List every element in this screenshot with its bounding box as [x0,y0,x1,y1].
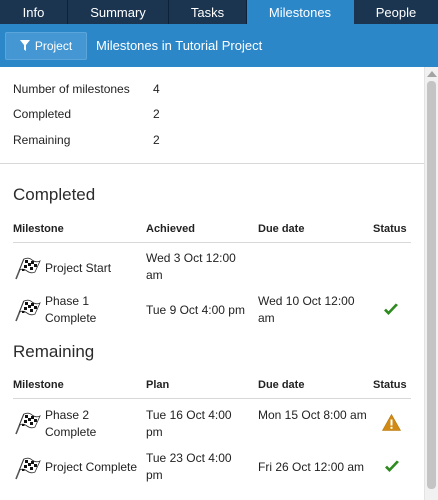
milestone-row-phase-1-complete[interactable]: Phase 1 Complete Tue 9 Oct 4:00 pm Wed 1… [13,293,411,331]
milestone-name: Project Complete [45,460,138,474]
vertical-scrollbar[interactable] [424,67,438,500]
column-header-milestone: Milestone [13,379,64,391]
checkered-flag-icon [15,412,41,435]
tab-tasks[interactable]: Tasks [169,0,247,24]
milestone-row-phase-2-complete[interactable]: Phase 2 Complete Tue 16 Oct 4:00 pm Mon … [13,406,411,444]
stat-value: 2 [153,107,160,121]
milestone-row-project-start[interactable]: Project Start Wed 3 Oct 12:00 am [13,250,411,288]
column-header-due-date: Due date [258,223,305,235]
scrollbar-thumb[interactable] [427,81,436,489]
completed-table-header: Milestone Achieved Due date Status [13,219,411,243]
stat-number-of-milestones: Number of milestones 4 [13,82,160,96]
check-icon [384,303,398,315]
stat-label: Number of milestones [13,82,130,96]
project-filter-button[interactable]: Project [5,31,87,60]
stat-value: 4 [153,82,160,96]
plan-date: Tue 16 Oct 4:00 pm [146,408,232,439]
achieved-date: Wed 3 Oct 12:00 am [146,251,236,282]
due-date: Fri 26 Oct 12:00 am [258,460,365,474]
tab-summary[interactable]: Summary [68,0,169,24]
milestone-name: Phase 2 Complete [45,408,97,439]
column-header-achieved: Achieved [146,223,195,235]
milestone-name: Phase 1 Complete [45,294,97,325]
remaining-table-header: Milestone Plan Due date Status [13,375,411,399]
stat-value: 2 [153,133,160,147]
column-header-plan: Plan [146,379,170,391]
due-date: Mon 15 Oct 8:00 am [258,408,367,422]
milestone-stats: Number of milestones 4 Completed 2 Remai… [0,67,424,164]
toolbar: Project Milestones in Tutorial Project [0,24,438,67]
column-header-due-date: Due date [258,379,305,391]
check-icon [385,460,399,472]
achieved-date: Tue 9 Oct 4:00 pm [146,303,245,317]
completed-section-title: Completed [13,185,96,204]
scroll-up-arrow-icon[interactable] [427,71,437,77]
stat-label: Remaining [13,133,71,147]
tab-info[interactable]: Info [0,0,68,24]
column-header-status: Status [373,379,407,391]
milestones-panel: Number of milestones 4 Completed 2 Remai… [0,67,424,500]
checkered-flag-icon [15,299,41,322]
plan-date: Tue 23 Oct 4:00 pm [146,451,232,482]
tab-bar: Info Summary Tasks Milestones People [0,0,438,24]
project-button-label: Project [34,38,73,53]
page-title: Milestones in Tutorial Project [96,38,263,53]
column-header-status: Status [373,223,407,235]
checkered-flag-icon [15,257,41,280]
stat-completed: Completed 2 [13,107,160,121]
tab-people[interactable]: People [354,0,438,24]
filter-icon [19,40,30,51]
stat-label: Completed [13,107,72,121]
checkered-flag-icon [15,457,41,480]
milestone-row-project-complete[interactable]: Project Complete Tue 23 Oct 4:00 pm Fri … [13,450,411,490]
due-date: Wed 10 Oct 12:00 am [258,294,355,325]
column-header-milestone: Milestone [13,223,64,235]
milestone-name: Project Start [45,261,112,275]
tab-milestones[interactable]: Milestones [247,0,354,24]
warning-icon [382,414,401,431]
remaining-section-title: Remaining [13,342,95,361]
stat-remaining: Remaining 2 [13,133,160,147]
